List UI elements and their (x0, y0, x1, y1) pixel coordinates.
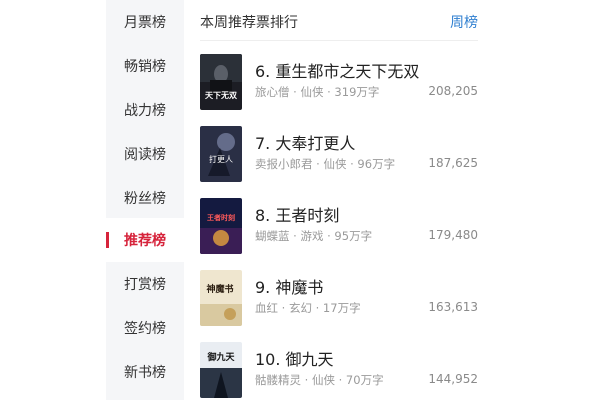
vote-count: 179,480 (428, 228, 478, 242)
book-cover-icon: 天下无双 (200, 54, 242, 110)
active-indicator (106, 232, 109, 248)
book-meta: 卖报小郎君 · 仙侠 · 96万字 (255, 157, 396, 171)
svg-text:王者时刻: 王者时刻 (207, 213, 235, 222)
sidebar-item-fans[interactable]: 粉丝榜 (106, 176, 184, 220)
sidebar-item-power[interactable]: 战力榜 (106, 88, 184, 132)
sidebar-item-label: 新书榜 (124, 365, 166, 381)
book-title: 7. 大奉打更人 (255, 134, 356, 153)
sidebar-item-label: 战力榜 (124, 103, 166, 119)
book-meta: 骷髅精灵 · 仙侠 · 70万字 (255, 373, 384, 387)
book-cover-icon: 御九天 (200, 342, 242, 398)
sidebar-item-label: 月票榜 (124, 15, 166, 31)
svg-text:天下无双: 天下无双 (205, 91, 237, 100)
book-meta: 蝴蝶蓝 · 游戏 · 95万字 (255, 229, 373, 243)
book-meta: 血红 · 玄幻 · 17万字 (255, 301, 361, 315)
book-row[interactable]: 打更人 7. 大奉打更人 卖报小郎君 · 仙侠 · 96万字 187,625 (200, 126, 490, 186)
sidebar-item-reading[interactable]: 阅读榜 (106, 132, 184, 176)
book-title: 6. 重生都市之天下无双 (255, 62, 420, 81)
book-row[interactable]: 御九天 10. 御九天 骷髅精灵 · 仙侠 · 70万字 144,952 (200, 342, 490, 402)
book-cover-icon: 神魔书 (200, 270, 242, 326)
book-meta: 旅心僧 · 仙侠 · 319万字 (255, 85, 380, 99)
sidebar-item-reward[interactable]: 打赏榜 (106, 262, 184, 306)
svg-text:神魔书: 神魔书 (206, 283, 233, 295)
book-title: 9. 神魔书 (255, 278, 324, 297)
vote-count: 208,205 (428, 84, 478, 98)
header-divider (200, 40, 478, 41)
vote-count: 187,625 (428, 156, 478, 170)
sidebar-item-label: 推荐榜 (124, 233, 166, 249)
sidebar-item-bestseller[interactable]: 畅销榜 (106, 44, 184, 88)
book-title: 8. 王者时刻 (255, 206, 340, 225)
book-title: 10. 御九天 (255, 350, 334, 369)
sidebar-item-label: 阅读榜 (124, 147, 166, 163)
weekly-period-link[interactable]: 周榜 (450, 12, 478, 32)
sidebar-item-label: 粉丝榜 (124, 191, 166, 207)
sidebar-item-label: 签约榜 (124, 321, 166, 337)
book-cover-icon: 打更人 (200, 126, 242, 182)
sidebar-item-label: 打赏榜 (124, 277, 166, 293)
book-row[interactable]: 天下无双 6. 重生都市之天下无双 旅心僧 · 仙侠 · 319万字 208,2… (200, 54, 490, 114)
sidebar-item-label: 畅销榜 (124, 59, 166, 75)
sidebar-item-recommend[interactable]: 推荐榜 (106, 218, 184, 262)
ranking-title: 本周推荐票排行 (200, 15, 298, 31)
vote-count: 144,952 (428, 372, 478, 386)
sidebar-item-new[interactable]: 新书榜 (106, 350, 184, 394)
sidebar-item-signed[interactable]: 签约榜 (106, 306, 184, 350)
book-cover-icon: 王者时刻 (200, 198, 242, 254)
book-row[interactable]: 王者时刻 8. 王者时刻 蝴蝶蓝 · 游戏 · 95万字 179,480 (200, 198, 490, 258)
book-row[interactable]: 神魔书 9. 神魔书 血红 · 玄幻 · 17万字 163,613 (200, 270, 490, 330)
vote-count: 163,613 (428, 300, 478, 314)
svg-text:打更人: 打更人 (209, 154, 233, 164)
ranking-sidebar: 月票榜 畅销榜 战力榜 阅读榜 粉丝榜 推荐榜 打赏榜 签约榜 新书榜 (106, 0, 184, 400)
sidebar-item-monthly[interactable]: 月票榜 (106, 0, 184, 44)
svg-text:御九天: 御九天 (206, 351, 235, 363)
